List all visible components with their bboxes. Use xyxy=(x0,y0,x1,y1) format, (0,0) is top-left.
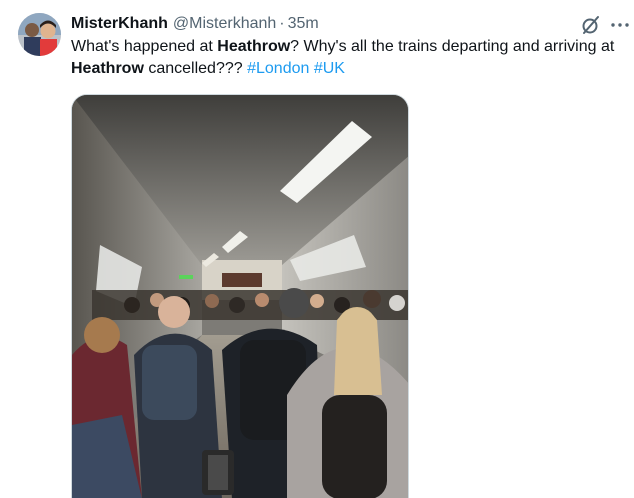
tweet-text-segment: cancelled??? xyxy=(143,60,248,77)
user-avatar[interactable] xyxy=(18,13,61,56)
tweet-text: What's happened at Heathrow? Why's all t… xyxy=(71,36,627,80)
grok-icon[interactable] xyxy=(580,14,602,36)
timestamp[interactable]: 35m xyxy=(288,14,319,34)
user-handle[interactable]: @Misterkhanh xyxy=(173,14,276,34)
hashtag-link[interactable]: #UK xyxy=(314,60,345,77)
tweet-text-bold: Heathrow xyxy=(217,38,291,55)
tweet-text-segment: ? Why's all the trains departing and arr… xyxy=(290,38,615,55)
tweet-text-bold: Heathrow xyxy=(71,60,144,77)
header-separator: · xyxy=(279,15,285,32)
tweet-text-segment: What's happened at xyxy=(71,38,218,55)
tweet-header: MisterKhanh @Misterkhanh · 35m xyxy=(71,13,319,35)
display-name[interactable]: MisterKhanh xyxy=(71,14,168,34)
more-icon[interactable] xyxy=(609,14,631,36)
hashtag-link[interactable]: #London xyxy=(247,60,309,77)
tweet-photo[interactable] xyxy=(71,94,409,498)
